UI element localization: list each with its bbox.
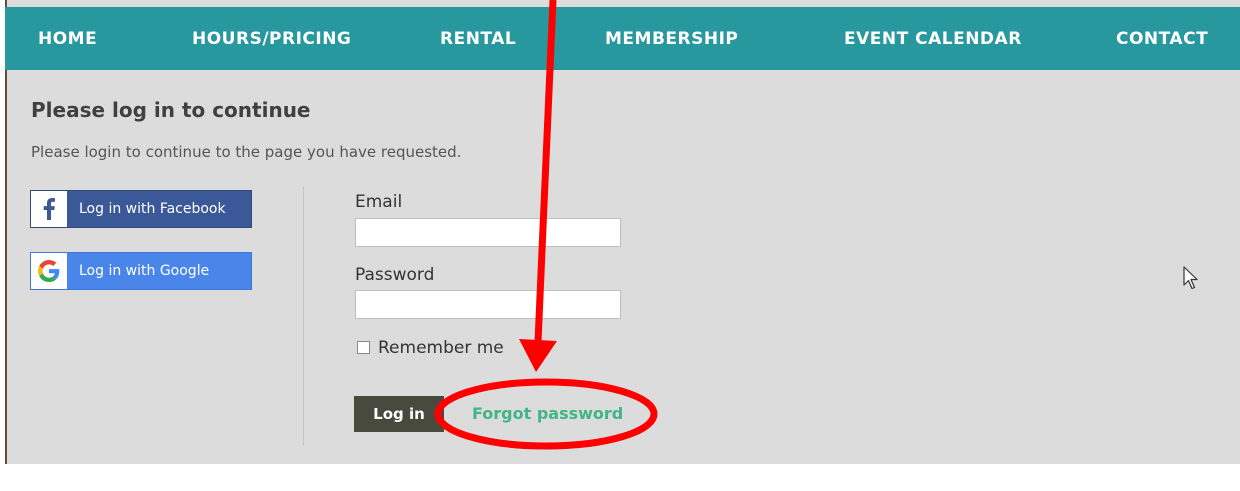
email-label: Email bbox=[355, 192, 403, 212]
login-button[interactable]: Log in bbox=[354, 396, 444, 432]
password-field[interactable] bbox=[355, 290, 621, 319]
google-login-button[interactable]: Log in with Google bbox=[30, 252, 252, 290]
nav-item-hours-pricing[interactable]: HOURS/PRICING bbox=[192, 29, 351, 49]
page-subtitle: Please login to continue to the page you… bbox=[31, 143, 462, 161]
nav-item-home[interactable]: HOME bbox=[38, 29, 97, 49]
nav-item-rental[interactable]: RENTAL bbox=[440, 29, 516, 49]
google-login-label: Log in with Google bbox=[79, 263, 210, 279]
forgot-password-link[interactable]: Forgot password bbox=[472, 404, 623, 423]
facebook-login-button[interactable]: Log in with Facebook bbox=[30, 190, 252, 228]
facebook-login-label: Log in with Facebook bbox=[79, 201, 226, 217]
nav-item-event-calendar[interactable]: EVENT CALENDAR bbox=[844, 29, 1022, 49]
email-field[interactable] bbox=[355, 218, 621, 247]
top-nav: HOME HOURS/PRICING RENTAL MEMBERSHIP EVE… bbox=[5, 7, 1240, 70]
remember-me-checkbox[interactable] bbox=[357, 341, 370, 354]
column-divider bbox=[303, 187, 304, 445]
page-frame: HOME HOURS/PRICING RENTAL MEMBERSHIP EVE… bbox=[5, 0, 1240, 464]
nav-item-contact[interactable]: CONTACT bbox=[1116, 29, 1208, 49]
nav-item-membership[interactable]: MEMBERSHIP bbox=[605, 29, 738, 49]
google-icon bbox=[31, 253, 67, 289]
remember-me-label: Remember me bbox=[378, 338, 504, 358]
mouse-pointer-icon bbox=[1183, 266, 1198, 290]
facebook-icon bbox=[31, 191, 67, 227]
password-label: Password bbox=[355, 265, 435, 285]
page-title: Please log in to continue bbox=[31, 98, 311, 122]
